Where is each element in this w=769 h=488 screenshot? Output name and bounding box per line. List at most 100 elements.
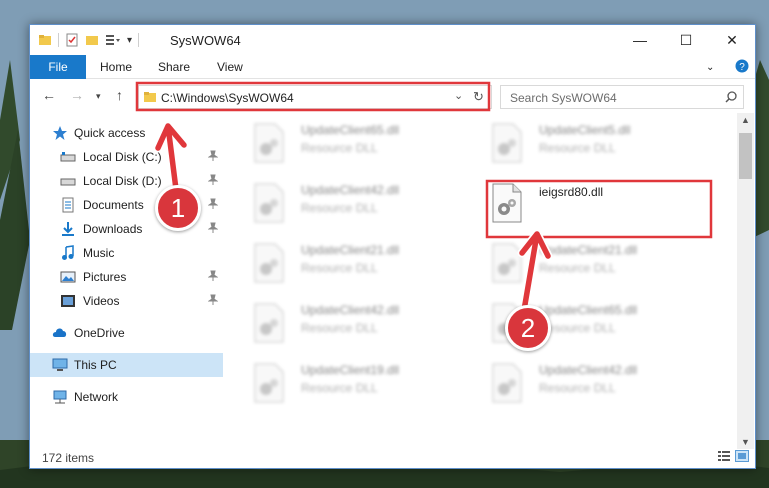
address-path: C:\Windows\SysWOW64 (161, 91, 294, 105)
up-button[interactable]: ↑ (116, 87, 123, 103)
nav-local-disk-c[interactable]: Local Disk (C:) (30, 145, 223, 169)
pin-icon[interactable] (208, 174, 218, 186)
minimize-button[interactable]: — (617, 25, 663, 55)
nav-this-pc[interactable]: This PC (30, 353, 223, 377)
file-item[interactable]: UpdateClient5.dll Resource DLL (465, 119, 695, 171)
file-item[interactable]: UpdateClient42.dll Resource DLL (465, 359, 695, 411)
file-name: UpdateClient65.dll (301, 123, 400, 137)
forward-button[interactable]: → (70, 87, 84, 103)
folder-icon (144, 92, 156, 102)
pictures-icon (60, 271, 76, 283)
file-type: Resource DLL (539, 381, 616, 395)
view-buttons (717, 450, 749, 462)
pin-icon[interactable] (208, 222, 218, 234)
drive-icon (60, 152, 76, 162)
close-button[interactable]: ✕ (709, 25, 755, 55)
file-name: UpdateClient19.dll (301, 363, 400, 377)
file-name: UpdateClient21.dll (539, 243, 638, 257)
customize-toolbar-icon[interactable] (105, 33, 121, 47)
maximize-button[interactable]: ☐ (663, 25, 709, 55)
nav-music[interactable]: Music (30, 241, 223, 265)
nav-videos[interactable]: Videos (30, 289, 223, 313)
dll-file-icon (254, 363, 284, 403)
file-type: Resource DLL (301, 321, 378, 335)
nav-label: This PC (74, 358, 117, 372)
recent-locations-icon[interactable]: ▾ (96, 91, 101, 102)
file-item[interactable]: UpdateClient42.dll Resource DLL (227, 179, 457, 231)
pin-icon[interactable] (208, 150, 218, 162)
scroll-up-icon[interactable]: ▲ (741, 115, 750, 125)
tab-share[interactable]: Share (158, 55, 190, 79)
search-input[interactable]: Search SysWOW64 (500, 85, 744, 109)
file-item[interactable]: UpdateClient65.dll Resource DLL (227, 119, 457, 171)
computer-icon (52, 358, 68, 371)
nav-label: Downloads (83, 222, 143, 236)
file-name: UpdateClient42.dll (539, 363, 638, 377)
navigation-pane: Quick access Local Disk (C:) Local Disk … (30, 115, 223, 435)
cloud-icon (52, 328, 67, 337)
new-folder-icon[interactable] (85, 33, 99, 47)
file-type: Resource DLL (539, 141, 616, 155)
documents-icon (62, 197, 74, 213)
folder-icon[interactable] (38, 33, 52, 47)
quick-access-toolbar: ▾ (38, 31, 140, 49)
file-item-target[interactable]: ieigsrd80.dll (465, 179, 695, 231)
expand-ribbon-icon[interactable]: ⌄ (706, 55, 714, 79)
dll-file-icon (254, 123, 284, 163)
nav-pictures[interactable]: Pictures (30, 265, 223, 289)
file-name: UpdateClient42.dll (301, 183, 400, 197)
dll-file-icon (492, 363, 522, 403)
title-bar: ▾ SysWOW64 — ☐ ✕ (30, 25, 755, 55)
refresh-icon[interactable]: ↻ (473, 89, 484, 105)
file-list: UpdateClient65.dll Resource DLL UpdateCl… (223, 115, 737, 435)
nav-label: Local Disk (C:) (83, 150, 162, 164)
file-item[interactable]: UpdateClient21.dll Resource DLL (227, 239, 457, 291)
pin-icon[interactable] (208, 270, 218, 282)
file-explorer-window: ▾ SysWOW64 — ☐ ✕ File Home Share View ⌄ … (29, 24, 756, 469)
address-dropdown-icon[interactable]: ⌄ (454, 89, 463, 102)
back-button[interactable]: ← (42, 87, 56, 103)
caption-buttons: — ☐ ✕ (617, 25, 755, 55)
large-icons-view-icon[interactable] (735, 450, 749, 462)
file-item[interactable]: UpdateClient21.dll Resource DLL (465, 239, 695, 291)
music-icon (62, 245, 74, 260)
address-row: ← → ▾ ↑ C:\Windows\SysWOW64 ⌄ ↻ Search S… (30, 79, 755, 113)
status-bar: 172 items (30, 445, 755, 469)
pin-icon[interactable] (208, 198, 218, 210)
file-item[interactable]: UpdateClient65.dll Resource DLL (465, 299, 695, 351)
address-bar[interactable]: C:\Windows\SysWOW64 ⌄ ↻ (138, 85, 492, 109)
dll-file-icon (492, 183, 522, 223)
dll-file-icon (254, 243, 284, 283)
tab-view[interactable]: View (217, 55, 243, 79)
videos-icon (61, 295, 75, 307)
tab-file[interactable]: File (30, 55, 86, 79)
scroll-thumb[interactable] (739, 133, 752, 179)
properties-icon[interactable] (65, 33, 79, 47)
nav-label: Documents (83, 198, 144, 212)
file-type: Resource DLL (301, 201, 378, 215)
chevron-down-icon[interactable]: ▾ (127, 35, 132, 46)
step-2-badge: 2 (505, 305, 551, 351)
nav-network[interactable]: Network (30, 385, 223, 409)
help-icon[interactable]: ? (735, 59, 749, 73)
file-item[interactable]: UpdateClient42.dll Resource DLL (227, 299, 457, 351)
file-item[interactable]: UpdateClient19.dll Resource DLL (227, 359, 457, 411)
nav-label: Music (83, 246, 115, 260)
nav-local-disk-d[interactable]: Local Disk (D:) (30, 169, 223, 193)
details-view-icon[interactable] (717, 450, 731, 462)
drive-icon (60, 178, 76, 186)
svg-text:?: ? (739, 62, 745, 73)
nav-label: Local Disk (D:) (83, 174, 162, 188)
dll-file-icon (254, 183, 284, 223)
tab-home[interactable]: Home (100, 55, 132, 79)
item-count: 172 items (42, 451, 95, 465)
vertical-scrollbar[interactable]: ▲ ▼ (737, 113, 754, 449)
file-type: Resource DLL (301, 381, 378, 395)
nav-onedrive[interactable]: OneDrive (30, 321, 223, 345)
search-placeholder: Search SysWOW64 (510, 91, 617, 105)
file-type: Resource DLL (539, 261, 616, 275)
pin-icon[interactable] (208, 294, 218, 306)
search-icon[interactable] (725, 91, 737, 103)
nav-quick-access[interactable]: Quick access (30, 121, 223, 145)
network-icon (53, 390, 67, 404)
